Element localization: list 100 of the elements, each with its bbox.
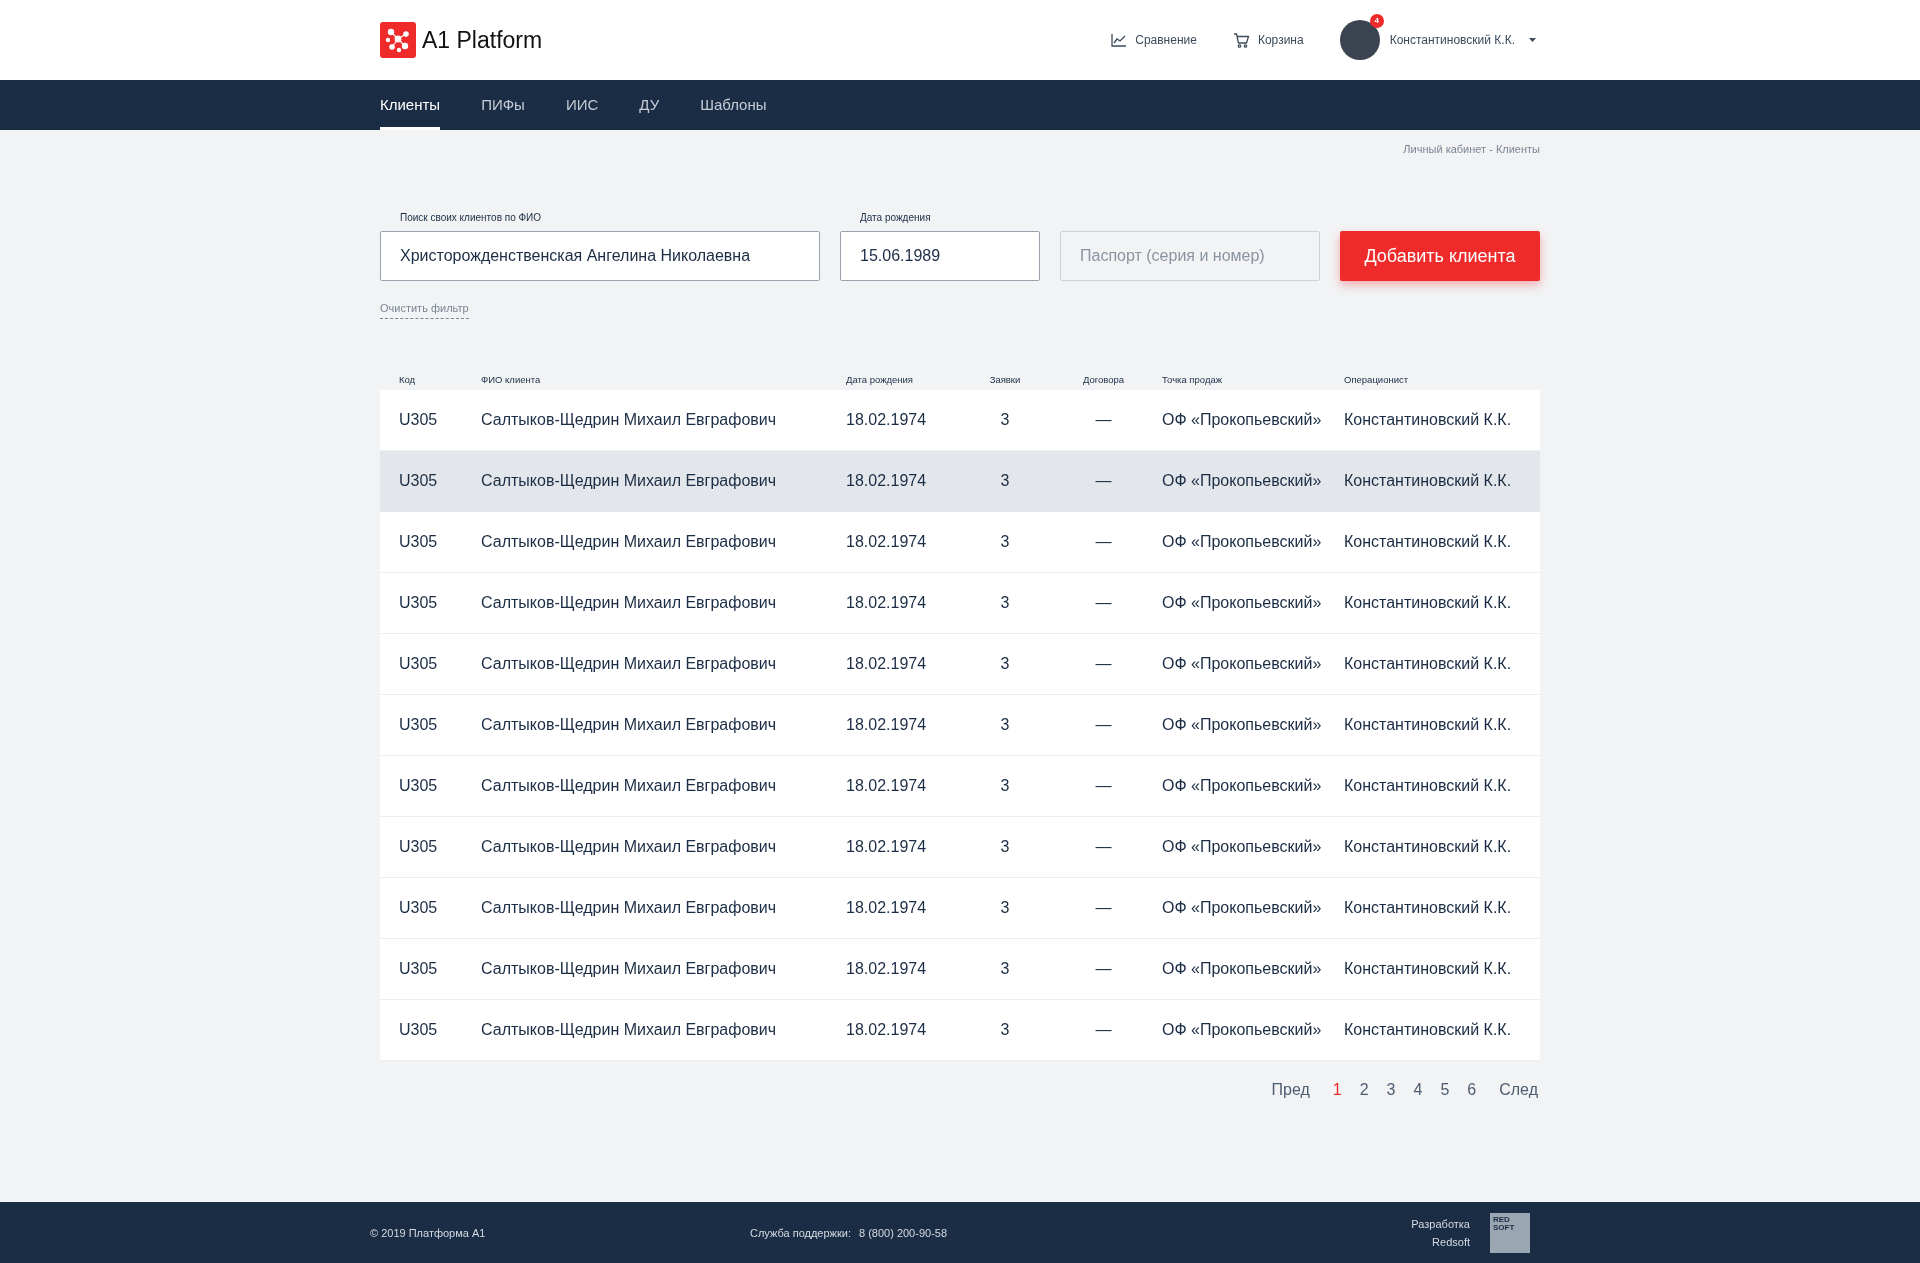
table-cell: Салтыков-Щедрин Михаил Евграфович	[481, 533, 777, 550]
column-header: Код	[399, 373, 417, 385]
column-header: Дата рождения	[845, 373, 914, 385]
table-cell: 3	[1000, 1021, 1010, 1038]
table-cell: Константиновский К.К.	[1344, 716, 1512, 733]
page-link[interactable]: 2	[1350, 1081, 1378, 1099]
nav-tab[interactable]: Шаблоны	[700, 80, 767, 130]
clear-filter-link[interactable]: Очистить фильтр	[380, 302, 469, 319]
nav-tab[interactable]: ДУ	[639, 80, 660, 130]
table-cell: Салтыков-Щедрин Михаил Евграфович	[481, 777, 777, 794]
table-cell: 18.02.1974	[846, 1021, 927, 1038]
table-cell: 3	[1000, 899, 1010, 916]
table-cell: Салтыков-Щедрин Михаил Евграфович	[481, 472, 777, 489]
table-cell: Константиновский К.К.	[1344, 838, 1512, 855]
page-link[interactable]: 5	[1431, 1081, 1459, 1099]
table-cell: Константиновский К.К.	[1344, 472, 1512, 489]
logo-text: A1 Platform	[422, 26, 543, 54]
table-cell: ОФ «Прокопьевский»	[1162, 594, 1322, 611]
table-cell: U305	[399, 899, 438, 916]
table-cell: —	[1095, 472, 1112, 489]
table-cell: U305	[399, 533, 438, 550]
table-cell: 3	[1000, 716, 1010, 733]
table-cell: —	[1095, 777, 1112, 794]
table-row[interactable]: U305 Салтыков-Щедрин Михаил Евграфович 18.02.1974 3 — ОФ «Прокопьевский» Константиновский К.К.	[380, 878, 1540, 939]
table-cell: —	[1095, 899, 1112, 916]
next-page-link[interactable]: След	[1497, 1081, 1540, 1099]
avatar[interactable]	[1339, 20, 1380, 60]
passport-field[interactable]: Паспорт (серия и номер)	[1060, 231, 1320, 281]
table-cell: 18.02.1974	[846, 716, 927, 733]
table-cell: U305	[399, 960, 438, 977]
table-cell: U305	[399, 594, 438, 611]
column-header: Договора	[1081, 373, 1126, 385]
table-cell: U305	[399, 472, 438, 489]
table-row[interactable]: U305 Салтыков-Щедрин Михаил Евграфович 18.02.1974 3 — ОФ «Прокопьевский» Константиновский К.К.	[380, 817, 1540, 878]
table-cell: U305	[399, 655, 438, 672]
table-row[interactable]: U305 Салтыков-Щедрин Михаил Евграфович 18.02.1974 3 — ОФ «Прокопьевский» Константиновский К.К.	[380, 634, 1540, 695]
table-row[interactable]: U305 Салтыков-Щедрин Михаил Евграфович 18.02.1974 3 — ОФ «Прокопьевский» Константиновский К.К.	[380, 756, 1540, 817]
breadcrumb: Личный кабинет - Клиенты	[1403, 143, 1540, 157]
nav-tab[interactable]: ИИС	[565, 80, 599, 130]
table-cell: Салтыков-Щедрин Михаил Евграфович	[481, 594, 777, 611]
support-phone[interactable]: 8 (800) 200-90-58	[858, 1226, 948, 1239]
table-cell: ОФ «Прокопьевский»	[1162, 899, 1322, 916]
table-cell: —	[1095, 1021, 1112, 1038]
developer-credit: Разработка Redsoft	[1411, 1216, 1470, 1250]
table-cell: 3	[1000, 594, 1010, 611]
logo-icon	[380, 22, 416, 58]
page-link[interactable]: 3	[1377, 1081, 1405, 1099]
table-cell: —	[1095, 960, 1112, 977]
table-cell: Константиновский К.К.	[1344, 777, 1512, 794]
support-label: Служба поддержки:	[750, 1226, 851, 1239]
table-cell: ОФ «Прокопьевский»	[1162, 716, 1322, 733]
table-cell: 18.02.1974	[846, 899, 927, 916]
table-cell: Салтыков-Щедрин Михаил Евграфович	[481, 899, 777, 916]
table-cell: 3	[1000, 411, 1010, 428]
add-client-button[interactable]: Добавить клиента	[1340, 231, 1540, 281]
previous-page-link[interactable]: Пред	[1269, 1081, 1312, 1099]
table-row[interactable]: U305 Салтыков-Щедрин Михаил Евграфович 18.02.1974 3 — ОФ «Прокопьевский» Константиновский К.К.	[380, 695, 1540, 756]
date-field[interactable]: 15.06.1989	[840, 231, 1040, 281]
table-cell: 18.02.1974	[846, 472, 927, 489]
column-header: Точка продаж	[1162, 373, 1224, 385]
table-cell: —	[1095, 594, 1112, 611]
search-field[interactable]: Христорожденственская Ангелина Николаевна	[380, 231, 820, 281]
table-cell: Салтыков-Щедрин Михаил Евграфович	[481, 655, 777, 672]
table-cell: 18.02.1974	[846, 655, 927, 672]
table-cell: —	[1095, 655, 1112, 672]
caret-icon[interactable]	[1529, 38, 1536, 42]
table-row[interactable]: U305 Салтыков-Щедрин Михаил Евграфович 18.02.1974 3 — ОФ «Прокопьевский» Константиновский К.К.	[380, 573, 1540, 634]
page-link[interactable]: 1	[1323, 1081, 1351, 1099]
table-cell: ОФ «Прокопьевский»	[1162, 960, 1322, 977]
table-cell: —	[1095, 533, 1112, 550]
table-cell: Константиновский К.К.	[1344, 655, 1512, 672]
page-link[interactable]: 6	[1458, 1081, 1486, 1099]
table-cell: 3	[1000, 655, 1010, 672]
table-cell: U305	[399, 411, 438, 428]
table-cell: 18.02.1974	[846, 960, 927, 977]
nav-tab[interactable]: ПИФы	[481, 80, 525, 130]
table-row[interactable]: U305 Салтыков-Щедрин Михаил Евграфович 18.02.1974 3 — ОФ «Прокопьевский» Константиновский К.К.	[380, 1000, 1540, 1061]
table-cell: ОФ «Прокопьевский»	[1162, 1021, 1322, 1038]
table-cell: 3	[1000, 838, 1010, 855]
table-cell: ОФ «Прокопьевский»	[1162, 472, 1322, 489]
table-row[interactable]: U305 Салтыков-Щедрин Михаил Евграфович 18.02.1974 3 — ОФ «Прокопьевский» Константиновский К.К.	[380, 512, 1540, 573]
column-header: Заявки	[988, 373, 1022, 385]
developer-logo[interactable]: RED SOFT	[1490, 1212, 1530, 1253]
cart-icon	[1232, 32, 1250, 48]
table-cell: Салтыков-Щедрин Михаил Евграфович	[481, 716, 777, 733]
header-link[interactable]: Корзина	[1232, 32, 1304, 48]
table-cell: ОФ «Прокопьевский»	[1162, 533, 1322, 550]
nav-tab[interactable]: Клиенты	[380, 80, 441, 130]
user-name[interactable]: Константиновский К.К.	[1389, 33, 1515, 47]
table-cell: Салтыков-Щедрин Михаил Евграфович	[481, 1021, 777, 1038]
column-header: ФИО клиента	[481, 373, 542, 385]
table-row[interactable]: U305 Салтыков-Щедрин Михаил Евграфович 18.02.1974 3 — ОФ «Прокопьевский» Константиновский К.К.	[380, 390, 1540, 451]
table-cell: Салтыков-Щедрин Михаил Евграфович	[481, 960, 777, 977]
table-cell: 18.02.1974	[846, 838, 927, 855]
header-link[interactable]: Сравнение	[1111, 33, 1197, 47]
table-cell: ОФ «Прокопьевский»	[1162, 411, 1322, 428]
page-link[interactable]: 4	[1404, 1081, 1432, 1099]
table-cell: 18.02.1974	[846, 594, 927, 611]
table-row[interactable]: U305 Салтыков-Щедрин Михаил Евграфович 18.02.1974 3 — ОФ «Прокопьевский» Константиновский К.К.	[380, 451, 1540, 512]
table-row[interactable]: U305 Салтыков-Щедрин Михаил Евграфович 18.02.1974 3 — ОФ «Прокопьевский» Константиновский К.К.	[380, 939, 1540, 1000]
